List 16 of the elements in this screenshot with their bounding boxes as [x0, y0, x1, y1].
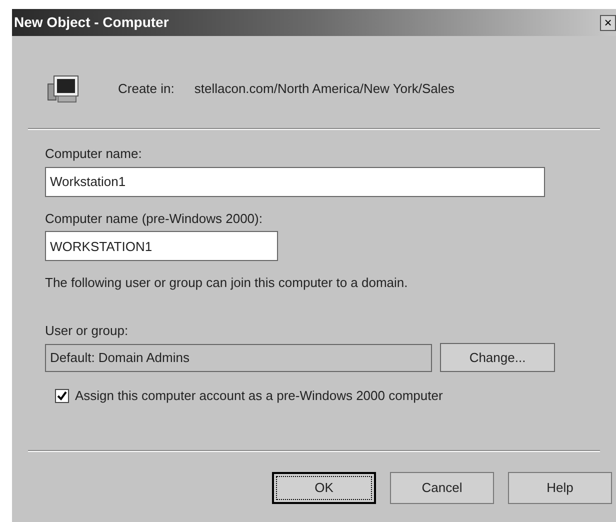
- user-group-field: Default: Domain Admins: [45, 344, 432, 372]
- dialog-button[interactable]: Help: [508, 472, 612, 504]
- dialog-button[interactable]: Cancel: [390, 472, 494, 504]
- checkbox-label: Assign this computer account as a pre-Windows 2000 computer: [75, 387, 443, 405]
- close-button[interactable]: ×: [600, 14, 616, 30]
- checkbox[interactable]: [55, 388, 69, 403]
- create-in-label: Create in:: [118, 80, 174, 98]
- field-label: Computer name:: [45, 145, 143, 163]
- create-in-path: stellacon.com/North America/New York/Sales: [194, 80, 454, 98]
- text-field[interactable]: WORKSTATION1: [45, 231, 278, 261]
- dialog-button[interactable]: OK: [272, 472, 376, 504]
- field-label: User or group:: [44, 322, 130, 340]
- field-label: Computer name (pre-Windows 2000):: [45, 210, 264, 228]
- text-field[interactable]: Workstation1: [45, 166, 545, 196]
- info-text: The following user or group can join this computer to a domain.: [44, 274, 409, 292]
- window-title: New Object - Computer: [14, 13, 169, 32]
